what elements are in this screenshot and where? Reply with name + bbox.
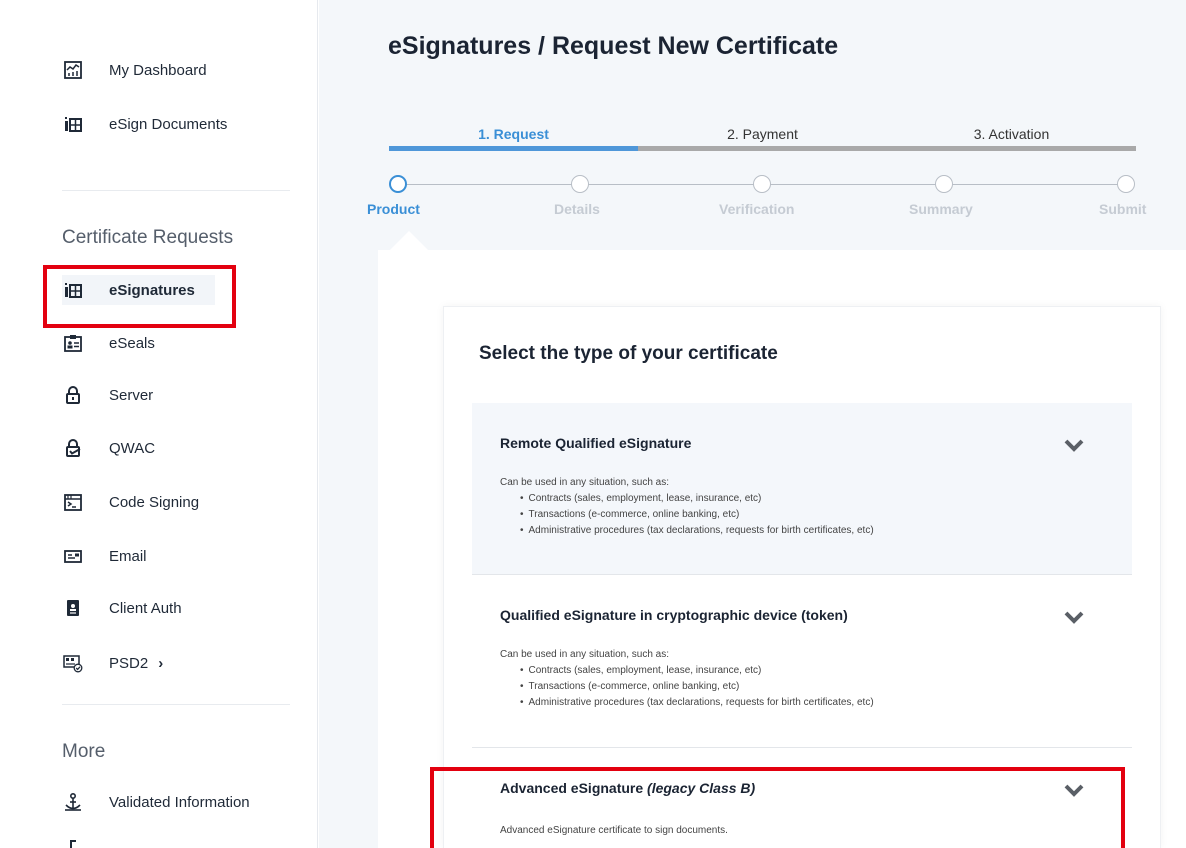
option-description: Can be used in any situation, such as: C…: [500, 475, 874, 539]
badge-icon: [62, 597, 84, 619]
sidebar-item-eseals[interactable]: eSeals: [62, 328, 155, 358]
step-progress-bar: [389, 146, 1136, 151]
step-activation[interactable]: 3. Activation: [887, 126, 1136, 142]
sidebar: My Dashboard eSign Documents Certificate…: [0, 0, 318, 848]
chevron-down-icon[interactable]: [1064, 611, 1084, 625]
option-intro: Can be used in any situation, such as:: [500, 477, 669, 488]
sidebar-item-label: eSign Documents: [109, 115, 228, 133]
lock-check-icon: [62, 437, 84, 459]
option-bullet: Transactions (e-commerce, online banking…: [520, 507, 874, 523]
card-title: Select the type of your certificate: [479, 343, 778, 364]
main-content: eSignatures / Request New Certificate 1.…: [319, 0, 1186, 848]
sidebar-item-label: eSeals: [109, 334, 155, 352]
sidebar-item-server[interactable]: Server: [62, 380, 153, 410]
option-bullet: Contracts (sales, employment, lease, ins…: [520, 663, 874, 679]
sidebar-item-label: Email: [109, 547, 147, 565]
sidebar-item-client-auth[interactable]: Client Auth: [62, 593, 182, 623]
option-bullet: Contracts (sales, employment, lease, ins…: [520, 491, 874, 507]
psd2-cards-icon: [62, 652, 84, 674]
sidebar-item-code-signing[interactable]: Code Signing: [62, 487, 199, 517]
sidebar-item-my-dashboard[interactable]: My Dashboard: [62, 55, 207, 85]
sidebar-item-psd2[interactable]: PSD2 ›: [62, 648, 163, 678]
substep-dot-verification: [753, 175, 771, 193]
dashboard-chart-icon: [62, 59, 84, 81]
chevron-right-icon: ›: [158, 654, 164, 672]
option-remote-qualified-esignature[interactable]: Remote Qualified eSignature Can be used …: [472, 403, 1132, 575]
panel-pointer: [389, 231, 429, 251]
lock-icon: [62, 384, 84, 406]
option-title: Qualified eSignature in cryptographic de…: [500, 607, 848, 623]
section-title-more: More: [62, 741, 106, 762]
sidebar-item-esign-documents[interactable]: eSign Documents: [62, 109, 227, 139]
substep-tracker: Product Details Verification Summary Sub…: [367, 175, 1146, 220]
sidebar-item-label: My Dashboard: [109, 61, 207, 79]
sidebar-item-label: PSD2: [109, 654, 149, 672]
page-title: eSignatures / Request New Certificate: [388, 32, 839, 60]
substep-dot-details: [571, 175, 589, 193]
esign-documents-icon: [62, 113, 84, 135]
section-title-certificate-requests: Certificate Requests: [62, 227, 234, 248]
sidebar-item-label: Client Auth: [109, 599, 182, 617]
substep-summary: Summary: [909, 201, 973, 217]
sidebar-item-validated-information[interactable]: Validated Information: [62, 787, 250, 817]
highlight-box-esignatures: [43, 265, 236, 328]
option-qualified-esignature-token[interactable]: Qualified eSignature in cryptographic de…: [472, 575, 1132, 748]
sidebar-item-label: Code Signing: [109, 493, 200, 511]
email-card-icon: [62, 545, 84, 567]
id-card-icon: [62, 332, 84, 354]
sidebar-item-label: QWAC: [109, 439, 156, 457]
sidebar-item-qwac[interactable]: QWAC: [62, 433, 155, 463]
substep-dot-product: [389, 175, 407, 193]
substep-dot-submit: [1117, 175, 1135, 193]
option-bullet: Administrative procedures (tax declarati…: [520, 523, 874, 539]
substep-verification: Verification: [719, 201, 795, 217]
step-progress-fill: [389, 146, 638, 151]
sidebar-item-email[interactable]: Email: [62, 541, 147, 571]
anchor-person-icon: [62, 791, 84, 813]
step-payment[interactable]: 2. Payment: [638, 126, 887, 142]
sidebar-item-label: Server: [109, 386, 154, 404]
chevron-down-icon[interactable]: [1064, 439, 1084, 453]
sidebar-item-next-icon: [70, 840, 76, 848]
sidebar-divider: [62, 704, 290, 705]
step-request[interactable]: 1. Request: [389, 126, 638, 142]
sidebar-divider: [62, 190, 290, 191]
substep-product: Product: [367, 201, 420, 217]
highlight-box-advanced-esignature: [430, 767, 1125, 848]
option-description: Can be used in any situation, such as: C…: [500, 647, 874, 711]
option-bullet: Administrative procedures (tax declarati…: [520, 695, 874, 711]
substep-dot-summary: [935, 175, 953, 193]
sidebar-item-label: Validated Information: [109, 793, 250, 811]
substep-submit: Submit: [1099, 201, 1147, 217]
option-title: Remote Qualified eSignature: [500, 435, 692, 451]
terminal-window-icon: [62, 491, 84, 513]
step-progress: 1. Request 2. Payment 3. Activation: [389, 126, 1136, 156]
substep-details: Details: [554, 201, 600, 217]
option-intro: Can be used in any situation, such as:: [500, 649, 669, 660]
option-bullet: Transactions (e-commerce, online banking…: [520, 679, 874, 695]
